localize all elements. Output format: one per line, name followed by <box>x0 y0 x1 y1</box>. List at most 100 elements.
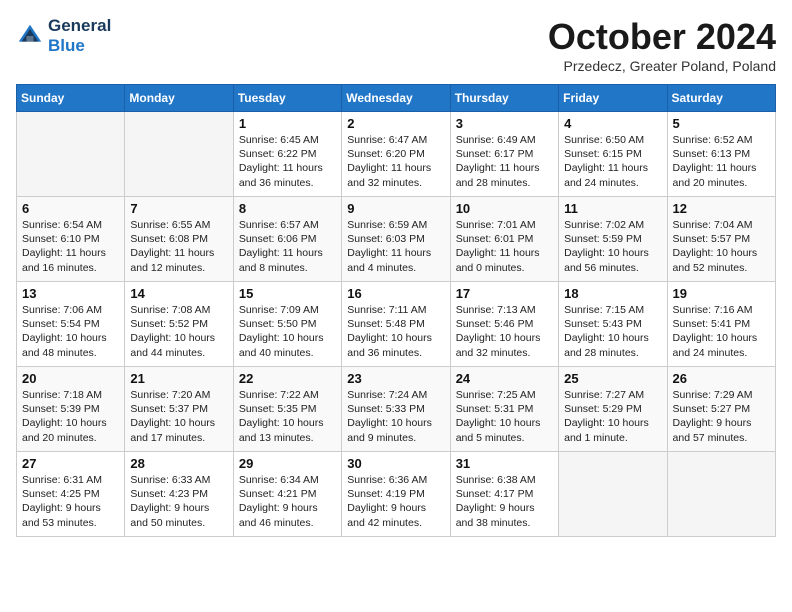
day-info: Sunrise: 7:27 AM Sunset: 5:29 PM Dayligh… <box>564 388 661 445</box>
location-subtitle: Przedecz, Greater Poland, Poland <box>548 58 776 74</box>
calendar-cell: 21Sunrise: 7:20 AM Sunset: 5:37 PM Dayli… <box>125 367 233 452</box>
calendar-week-row: 27 Sunrise: 6:31 AM Sunset: 4:25 PM Dayli… <box>17 452 776 537</box>
calendar-cell: 8Sunrise: 6:57 AM Sunset: 6:06 PM Daylig… <box>233 197 341 282</box>
calendar-week-row: 13 Sunrise: 7:06 AM Sunset: 5:54 PM Dayli… <box>17 282 776 367</box>
day-info: Sunrise: 7:01 AM Sunset: 6:01 PM Dayligh… <box>456 218 553 275</box>
day-info: Sunrise: 7:09 AM Sunset: 5:50 PM Dayligh… <box>239 303 336 360</box>
day-info: Sunrise: 7:16 AM Sunset: 5:41 PM Dayligh… <box>673 303 770 360</box>
day-info: Sunrise: 6:31 AM Sunset: 4:25 PM Dayligh… <box>22 473 119 530</box>
calendar-week-row: 6 Sunrise: 6:54 AM Sunset: 6:10 PM Daylig… <box>17 197 776 282</box>
header: General Blue October 2024 Przedecz, Grea… <box>16 16 776 74</box>
day-info: Sunrise: 7:06 AM Sunset: 5:54 PM Dayligh… <box>22 303 119 360</box>
calendar-cell <box>17 112 125 197</box>
day-header-wednesday: Wednesday <box>342 85 450 112</box>
day-number: 26 <box>673 371 770 386</box>
title-block: October 2024 Przedecz, Greater Poland, P… <box>548 16 776 74</box>
calendar-cell: 3 Sunrise: 6:49 AM Sunset: 6:17 PM Daylig… <box>450 112 558 197</box>
calendar-cell: 4 Sunrise: 6:50 AM Sunset: 6:15 PM Daylig… <box>559 112 667 197</box>
day-info: Sunrise: 6:54 AM Sunset: 6:10 PM Dayligh… <box>22 218 119 275</box>
calendar-cell: 11Sunrise: 7:02 AM Sunset: 5:59 PM Dayli… <box>559 197 667 282</box>
calendar-cell: 30 Sunrise: 6:36 AM Sunset: 4:19 PM Dayli… <box>342 452 450 537</box>
day-info: Sunrise: 6:52 AM Sunset: 6:13 PM Dayligh… <box>673 133 770 190</box>
day-info: Sunrise: 6:55 AM Sunset: 6:08 PM Dayligh… <box>130 218 227 275</box>
day-number: 31 <box>456 456 553 471</box>
calendar-cell: 22Sunrise: 7:22 AM Sunset: 5:35 PM Dayli… <box>233 367 341 452</box>
day-number: 24 <box>456 371 553 386</box>
day-number: 25 <box>564 371 661 386</box>
calendar-cell: 28 Sunrise: 6:33 AM Sunset: 4:23 PM Dayli… <box>125 452 233 537</box>
day-number: 21 <box>130 371 227 386</box>
day-info: Sunrise: 6:57 AM Sunset: 6:06 PM Dayligh… <box>239 218 336 275</box>
day-number: 13 <box>22 286 119 301</box>
calendar-cell: 7 Sunrise: 6:55 AM Sunset: 6:08 PM Daylig… <box>125 197 233 282</box>
day-number: 23 <box>347 371 444 386</box>
day-number: 9 <box>347 201 444 216</box>
day-info: Sunrise: 6:45 AM Sunset: 6:22 PM Dayligh… <box>239 133 336 190</box>
calendar-cell: 2 Sunrise: 6:47 AM Sunset: 6:20 PM Daylig… <box>342 112 450 197</box>
day-info: Sunrise: 6:47 AM Sunset: 6:20 PM Dayligh… <box>347 133 444 190</box>
calendar-cell: 15 Sunrise: 7:09 AM Sunset: 5:50 PM Dayli… <box>233 282 341 367</box>
calendar-week-row: 1Sunrise: 6:45 AM Sunset: 6:22 PM Daylig… <box>17 112 776 197</box>
calendar-cell: 10Sunrise: 7:01 AM Sunset: 6:01 PM Dayli… <box>450 197 558 282</box>
day-number: 16 <box>347 286 444 301</box>
day-number: 6 <box>22 201 119 216</box>
day-number: 5 <box>673 116 770 131</box>
calendar-cell: 25 Sunrise: 7:27 AM Sunset: 5:29 PM Dayli… <box>559 367 667 452</box>
calendar-cell: 29 Sunrise: 6:34 AM Sunset: 4:21 PM Dayli… <box>233 452 341 537</box>
calendar-cell: 27 Sunrise: 6:31 AM Sunset: 4:25 PM Dayli… <box>17 452 125 537</box>
day-number: 3 <box>456 116 553 131</box>
calendar-cell <box>559 452 667 537</box>
day-number: 7 <box>130 201 227 216</box>
calendar-cell: 20Sunrise: 7:18 AM Sunset: 5:39 PM Dayli… <box>17 367 125 452</box>
day-header-thursday: Thursday <box>450 85 558 112</box>
calendar-cell: 9 Sunrise: 6:59 AM Sunset: 6:03 PM Daylig… <box>342 197 450 282</box>
day-info: Sunrise: 7:02 AM Sunset: 5:59 PM Dayligh… <box>564 218 661 275</box>
day-info: Sunrise: 7:13 AM Sunset: 5:46 PM Dayligh… <box>456 303 553 360</box>
calendar-cell: 16 Sunrise: 7:11 AM Sunset: 5:48 PM Dayli… <box>342 282 450 367</box>
day-number: 12 <box>673 201 770 216</box>
day-header-saturday: Saturday <box>667 85 775 112</box>
calendar-cell: 1Sunrise: 6:45 AM Sunset: 6:22 PM Daylig… <box>233 112 341 197</box>
day-info: Sunrise: 7:29 AM Sunset: 5:27 PM Dayligh… <box>673 388 770 445</box>
calendar-cell: 18 Sunrise: 7:15 AM Sunset: 5:43 PM Dayli… <box>559 282 667 367</box>
day-number: 20 <box>22 371 119 386</box>
day-info: Sunrise: 7:15 AM Sunset: 5:43 PM Dayligh… <box>564 303 661 360</box>
calendar-cell: 24 Sunrise: 7:25 AM Sunset: 5:31 PM Dayli… <box>450 367 558 452</box>
calendar-cell: 13 Sunrise: 7:06 AM Sunset: 5:54 PM Dayli… <box>17 282 125 367</box>
day-header-monday: Monday <box>125 85 233 112</box>
day-number: 2 <box>347 116 444 131</box>
day-number: 14 <box>130 286 227 301</box>
calendar-cell: 26 Sunrise: 7:29 AM Sunset: 5:27 PM Dayli… <box>667 367 775 452</box>
day-info: Sunrise: 6:34 AM Sunset: 4:21 PM Dayligh… <box>239 473 336 530</box>
calendar-cell: 31Sunrise: 6:38 AM Sunset: 4:17 PM Dayli… <box>450 452 558 537</box>
day-number: 4 <box>564 116 661 131</box>
day-info: Sunrise: 6:59 AM Sunset: 6:03 PM Dayligh… <box>347 218 444 275</box>
logo-text: General Blue <box>48 16 111 56</box>
logo: General Blue <box>16 16 111 56</box>
calendar-cell: 12 Sunrise: 7:04 AM Sunset: 5:57 PM Dayli… <box>667 197 775 282</box>
day-info: Sunrise: 6:33 AM Sunset: 4:23 PM Dayligh… <box>130 473 227 530</box>
day-number: 29 <box>239 456 336 471</box>
day-info: Sunrise: 6:49 AM Sunset: 6:17 PM Dayligh… <box>456 133 553 190</box>
calendar-cell <box>125 112 233 197</box>
calendar-table: SundayMondayTuesdayWednesdayThursdayFrid… <box>16 84 776 537</box>
day-number: 19 <box>673 286 770 301</box>
day-info: Sunrise: 7:11 AM Sunset: 5:48 PM Dayligh… <box>347 303 444 360</box>
day-number: 15 <box>239 286 336 301</box>
day-info: Sunrise: 7:04 AM Sunset: 5:57 PM Dayligh… <box>673 218 770 275</box>
calendar-cell: 19 Sunrise: 7:16 AM Sunset: 5:41 PM Dayli… <box>667 282 775 367</box>
logo-icon <box>16 22 44 50</box>
month-title: October 2024 <box>548 16 776 58</box>
day-number: 28 <box>130 456 227 471</box>
calendar-week-row: 20Sunrise: 7:18 AM Sunset: 5:39 PM Dayli… <box>17 367 776 452</box>
day-header-sunday: Sunday <box>17 85 125 112</box>
day-number: 30 <box>347 456 444 471</box>
calendar-cell: 14Sunrise: 7:08 AM Sunset: 5:52 PM Dayli… <box>125 282 233 367</box>
calendar-header-row: SundayMondayTuesdayWednesdayThursdayFrid… <box>17 85 776 112</box>
day-number: 18 <box>564 286 661 301</box>
day-info: Sunrise: 7:22 AM Sunset: 5:35 PM Dayligh… <box>239 388 336 445</box>
day-info: Sunrise: 6:50 AM Sunset: 6:15 PM Dayligh… <box>564 133 661 190</box>
day-info: Sunrise: 6:36 AM Sunset: 4:19 PM Dayligh… <box>347 473 444 530</box>
day-number: 27 <box>22 456 119 471</box>
day-info: Sunrise: 7:25 AM Sunset: 5:31 PM Dayligh… <box>456 388 553 445</box>
